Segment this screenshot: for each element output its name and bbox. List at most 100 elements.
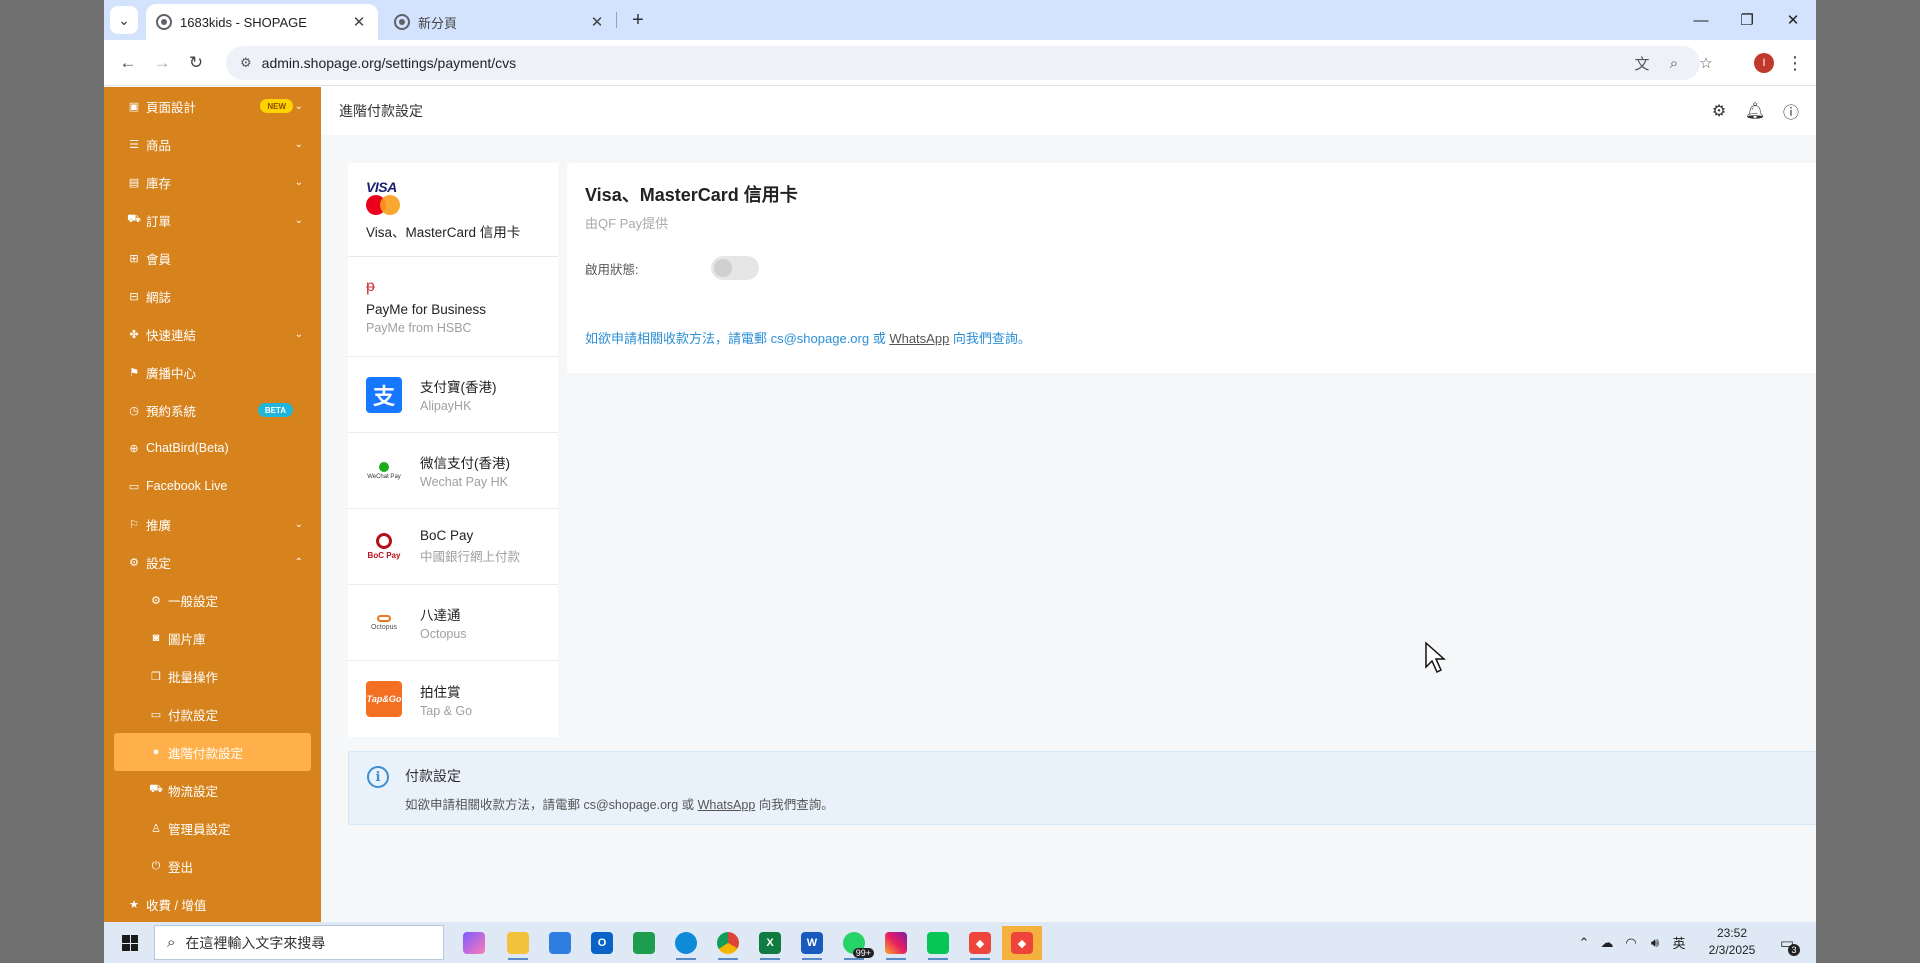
whatsapp-app[interactable]: 99+ bbox=[834, 926, 874, 960]
store-app[interactable] bbox=[540, 926, 580, 960]
close-icon[interactable]: ✕ bbox=[588, 13, 606, 31]
sidebar-item-billing[interactable]: ★ 收費 / 增值 bbox=[104, 885, 321, 922]
mastercard-logo bbox=[366, 194, 400, 215]
sidebar-item-page-design[interactable]: ▣ 頁面設計 NEW ⌄ bbox=[104, 87, 321, 125]
payment-method-list: VISA Visa、MasterCard 信用卡 ᵽ PayMe for Bus… bbox=[348, 163, 558, 737]
word-app[interactable]: W bbox=[792, 926, 832, 960]
tapgo-logo: Tap&Go bbox=[366, 681, 402, 717]
payment-method-sub: Wechat Pay HK bbox=[420, 475, 509, 489]
address-bar[interactable]: ⚙ admin.shopage.org/settings/payment/cvs bbox=[226, 46, 1700, 80]
sidebar-sub-admin[interactable]: ♙ 管理員設定 bbox=[104, 809, 321, 847]
payment-method-wechat[interactable]: WeChat Pay 微信支付(香港) Wechat Pay HK bbox=[348, 433, 558, 509]
notification-center-button[interactable]: ▭ 3 bbox=[1770, 926, 1804, 960]
sidebar-sub-payment[interactable]: ▭ 付款設定 bbox=[104, 695, 321, 733]
payment-method-name: 八達通 bbox=[420, 608, 461, 623]
outlook-app[interactable]: O bbox=[582, 926, 622, 960]
enable-toggle[interactable] bbox=[711, 256, 759, 280]
sidebar-item-booking[interactable]: ◷ 預約系統 BETA bbox=[104, 391, 321, 429]
new-tab-button[interactable]: + bbox=[624, 6, 652, 34]
payment-detail-card: Visa、MasterCard 信用卡 由QF Pay提供 啟用狀態: 如欲申請… bbox=[567, 163, 1816, 373]
forward-button[interactable]: → bbox=[148, 49, 176, 77]
instagram-app[interactable] bbox=[876, 926, 916, 960]
payment-method-alipay[interactable]: 支 支付寶(香港) AlipayHK bbox=[348, 357, 558, 433]
anydesk-app[interactable]: ◆ bbox=[960, 926, 1000, 960]
onedrive-icon[interactable]: ☁ bbox=[1596, 922, 1618, 963]
profile-avatar[interactable]: I bbox=[1754, 53, 1774, 73]
sidebar-item-label: 網誌 bbox=[146, 290, 172, 305]
close-icon[interactable]: ✕ bbox=[350, 13, 368, 31]
site-settings-icon[interactable]: ⚙ bbox=[240, 55, 252, 71]
payment-method-visa-mastercard[interactable]: VISA Visa、MasterCard 信用卡 bbox=[348, 163, 558, 257]
sidebar-item-products[interactable]: ☰ 商品 ⌄ bbox=[104, 125, 321, 163]
translate-icon[interactable]: 文 bbox=[1628, 49, 1656, 77]
sidebar-sub-image-library[interactable]: ◙ 圖片庫 bbox=[104, 619, 321, 657]
taskbar-clock[interactable]: 23:52 2/3/2025 bbox=[1704, 925, 1760, 959]
sidebar-item-facebook-live[interactable]: ▭ Facebook Live bbox=[104, 467, 321, 505]
whatsapp-link[interactable]: WhatsApp bbox=[889, 331, 949, 346]
browser-menu-icon[interactable]: ⋮ bbox=[1784, 49, 1806, 77]
contact-text: 如欲申請相關收款方法，請電郵 cs@shopage.org 或 WhatsApp… bbox=[585, 328, 1816, 347]
mouse-cursor-icon bbox=[1425, 641, 1446, 674]
start-button[interactable] bbox=[110, 926, 150, 960]
line-app[interactable] bbox=[918, 926, 958, 960]
url-text[interactable]: admin.shopage.org/settings/payment/cvs bbox=[262, 55, 516, 71]
chrome-app[interactable] bbox=[708, 926, 748, 960]
sidebar-item-broadcast[interactable]: ⚑ 廣播中心 bbox=[104, 353, 321, 391]
payment-method-payme[interactable]: ᵽ PayMe for Business PayMe from HSBC bbox=[348, 257, 558, 357]
windows-taskbar: ⌕ 在這裡輸入文字來搜尋 O X W 99+ ◆ ◆ ⌃ ☁ ◠ 🔊︎ 英 23… bbox=[104, 922, 1816, 963]
sidebar-item-label: 進階付款設定 bbox=[168, 746, 244, 761]
search-placeholder: 在這裡輸入文字來搜尋 bbox=[185, 934, 326, 951]
beta-badge: BETA bbox=[257, 403, 293, 417]
sidebar-item-settings[interactable]: ⚙ 設定 ⌃ bbox=[104, 543, 321, 581]
whatsapp-link[interactable]: WhatsApp bbox=[698, 798, 756, 812]
excel-app[interactable]: X bbox=[750, 926, 790, 960]
network-icon[interactable]: ◠ bbox=[1620, 922, 1642, 963]
payment-method-bocpay[interactable]: BoC Pay BoC Pay 中國銀行網上付款 bbox=[348, 509, 558, 585]
close-window-button[interactable]: ✕ bbox=[1770, 0, 1816, 40]
anydesk-icon: ◆ bbox=[1011, 932, 1033, 954]
sidebar-item-members[interactable]: ⊞ 會員 bbox=[104, 239, 321, 277]
sidebar-item-inventory[interactable]: ▤ 庫存 ⌄ bbox=[104, 163, 321, 201]
sidebar-sub-bulk-ops[interactable]: ❐ 批量操作 bbox=[104, 657, 321, 695]
bookmark-star-icon[interactable]: ☆ bbox=[1692, 49, 1720, 77]
info-icon[interactable]: ⓘ bbox=[1779, 99, 1803, 123]
tray-expand-icon[interactable]: ⌃ bbox=[1574, 922, 1594, 963]
copilot-app[interactable] bbox=[454, 926, 494, 960]
sidebar-sub-general[interactable]: ⚙ 一般設定 bbox=[104, 581, 321, 619]
payment-method-name: PayMe for Business bbox=[366, 302, 487, 317]
edge-app[interactable] bbox=[666, 926, 706, 960]
ime-indicator[interactable]: 英 bbox=[1668, 922, 1690, 963]
sidebar-item-promote[interactable]: ⚐ 推廣 ⌄ bbox=[104, 505, 321, 543]
anydesk-app-active[interactable]: ◆ bbox=[1002, 926, 1042, 960]
volume-icon[interactable]: 🔊︎ bbox=[1644, 922, 1666, 963]
zoom-icon[interactable]: ⌕ bbox=[1660, 49, 1688, 77]
tab-title: 新分頁 bbox=[418, 15, 458, 31]
store-icon bbox=[549, 932, 571, 954]
instagram-icon bbox=[885, 932, 907, 954]
sidebar-sub-logistics[interactable]: ⛟ 物流設定 bbox=[104, 771, 321, 809]
sidebar-sub-advanced-payment[interactable]: ● 進階付款設定 bbox=[114, 733, 311, 771]
tab-search-button[interactable]: ⌄ bbox=[110, 6, 138, 34]
sheets-app[interactable] bbox=[624, 926, 664, 960]
tab-shopage[interactable]: 1683kids - SHOPAGE ✕ bbox=[146, 4, 378, 40]
back-button[interactable]: ← bbox=[114, 49, 142, 77]
reload-button[interactable]: ↻ bbox=[182, 49, 210, 77]
sidebar-item-blog[interactable]: ⊟ 網誌 bbox=[104, 277, 321, 315]
tab-new-tab[interactable]: 新分頁 ✕ bbox=[384, 4, 616, 40]
bell-icon[interactable]: 🔔︎ bbox=[1743, 99, 1767, 123]
sidebar-sub-logout[interactable]: ⏻ 登出 bbox=[104, 847, 321, 885]
outlook-icon: O bbox=[591, 932, 613, 954]
line-icon bbox=[927, 932, 949, 954]
file-explorer-app[interactable] bbox=[498, 926, 538, 960]
payment-method-tapgo[interactable]: Tap&Go 拍住賞 Tap & Go bbox=[348, 661, 558, 737]
excel-icon: X bbox=[759, 932, 781, 954]
folder-icon bbox=[507, 932, 529, 954]
gear-icon[interactable]: ⚙ bbox=[1707, 99, 1731, 123]
sidebar-item-chatbird[interactable]: ⊕ ChatBird(Beta) bbox=[104, 429, 321, 467]
payment-method-octopus[interactable]: Octopus 八達通 Octopus bbox=[348, 585, 558, 661]
minimize-button[interactable]: — bbox=[1678, 0, 1724, 40]
restore-button[interactable]: ❐ bbox=[1724, 0, 1770, 40]
sidebar-item-quick-links[interactable]: ✤ 快速連結 ⌄ bbox=[104, 315, 321, 353]
sidebar-item-orders[interactable]: ⛟ 訂單 ⌄ bbox=[104, 201, 321, 239]
taskbar-search[interactable]: ⌕ 在這裡輸入文字來搜尋 bbox=[154, 925, 444, 960]
